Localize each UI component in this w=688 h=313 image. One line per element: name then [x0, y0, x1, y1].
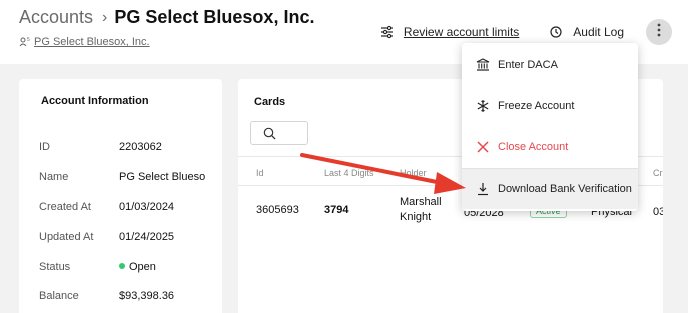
info-label: Updated At [39, 231, 94, 243]
card-last4: 3794 [324, 204, 349, 216]
cards-search-input[interactable] [250, 121, 308, 145]
more-actions-menu: Enter DACA Freeze Account Close Account … [462, 43, 638, 211]
audit-log-label: Audit Log [573, 25, 624, 39]
history-icon [549, 25, 563, 39]
column-header-last4: Last 4 Digits [324, 168, 374, 178]
more-actions-button[interactable] [646, 19, 672, 45]
entity-link-label: PG Select Bluesox, Inc. [34, 36, 150, 48]
status-text: Open [129, 261, 156, 273]
card-id: 3605693 [256, 204, 299, 216]
account-information-title: Account Information [41, 95, 149, 107]
search-icon [263, 127, 276, 140]
column-header-created: Cr [653, 168, 663, 178]
menu-item-label: Enter DACA [498, 58, 558, 71]
bank-icon [476, 57, 490, 72]
breadcrumb-accounts-link[interactable]: Accounts [19, 7, 93, 28]
menu-item-label: Download Bank Verification [498, 183, 632, 195]
audit-log-button[interactable]: Audit Log [549, 25, 624, 39]
menu-item-label: Freeze Account [498, 99, 575, 112]
menu-item-enter-daca[interactable]: Enter DACA [462, 44, 638, 85]
breadcrumb: Accounts › PG Select Bluesox, Inc. [19, 7, 314, 28]
cards-title: Cards [254, 96, 286, 108]
account-information-card: Account Information ID 2203062 Name PG S… [19, 79, 222, 313]
info-value: 01/03/2024 [119, 201, 175, 213]
info-label: Balance [39, 290, 79, 302]
info-label: Created At [39, 201, 91, 213]
column-header-id: Id [256, 168, 264, 178]
info-label: Status [39, 261, 71, 273]
menu-item-download-bank-verification[interactable]: Download Bank Verification [462, 168, 638, 209]
menu-item-freeze-account[interactable]: Freeze Account [462, 85, 638, 126]
entity-link[interactable]: 5 PG Select Bluesox, Inc. [19, 36, 150, 48]
column-header-holder: Holder [400, 168, 427, 178]
menu-item-label: Close Account [498, 140, 569, 153]
card-holder-last: Knight [400, 211, 432, 223]
card-holder-first: Marshall [400, 196, 442, 208]
more-vertical-icon [657, 23, 661, 42]
info-value: $93,398.36 [119, 290, 175, 302]
status-value: Open [119, 261, 156, 273]
sliders-icon [380, 25, 394, 39]
info-label: ID [39, 141, 50, 153]
breadcrumb-separator: › [102, 8, 108, 26]
page-title: PG Select Bluesox, Inc. [114, 7, 315, 27]
info-value: 01/24/2025 [119, 231, 175, 243]
info-value: 2203062 [119, 141, 162, 153]
svg-text:5: 5 [27, 37, 30, 43]
user-count-icon: 5 [19, 36, 31, 48]
info-value: PG Select Blueso [119, 171, 206, 183]
close-icon [476, 140, 490, 154]
header-actions: Review account limits Audit Log [380, 19, 672, 45]
download-icon [476, 182, 490, 196]
review-account-limits-label: Review account limits [403, 25, 520, 39]
card-created: 03 [653, 206, 663, 218]
status-dot [119, 263, 125, 269]
review-account-limits-button[interactable]: Review account limits [380, 25, 519, 39]
snowflake-icon [476, 99, 490, 113]
info-label: Name [39, 171, 69, 183]
menu-item-close-account[interactable]: Close Account [462, 126, 638, 167]
